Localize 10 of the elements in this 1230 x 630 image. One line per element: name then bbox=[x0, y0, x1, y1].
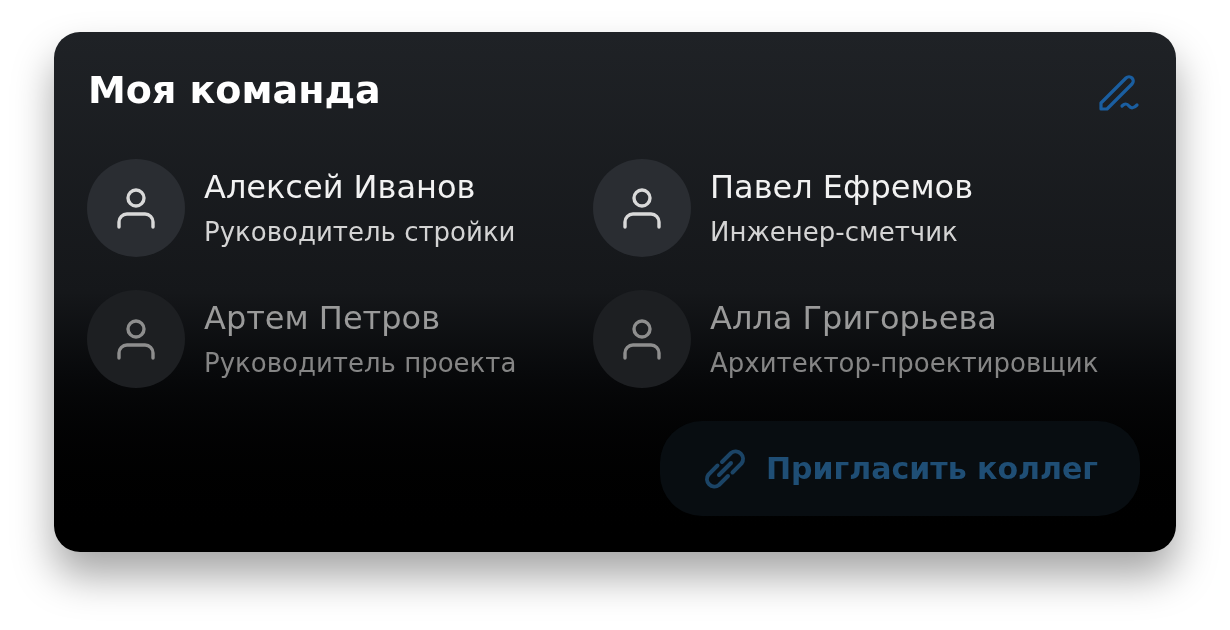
member-role: Руководитель стройки bbox=[204, 216, 516, 248]
member-name: Павел Ефремов bbox=[710, 168, 973, 206]
card-title: Моя команда bbox=[87, 68, 381, 112]
member-name: Алла Григорьева bbox=[710, 299, 998, 337]
edit-icon[interactable] bbox=[1098, 73, 1140, 113]
member-role: Архитектор-проектировщик bbox=[710, 347, 1099, 379]
member-role: Руководитель проекта bbox=[204, 347, 517, 379]
member-name: Артем Петров bbox=[204, 299, 441, 337]
member-name: Алексей Иванов bbox=[204, 168, 477, 206]
member-role: Инженер-сметчик bbox=[710, 216, 959, 248]
